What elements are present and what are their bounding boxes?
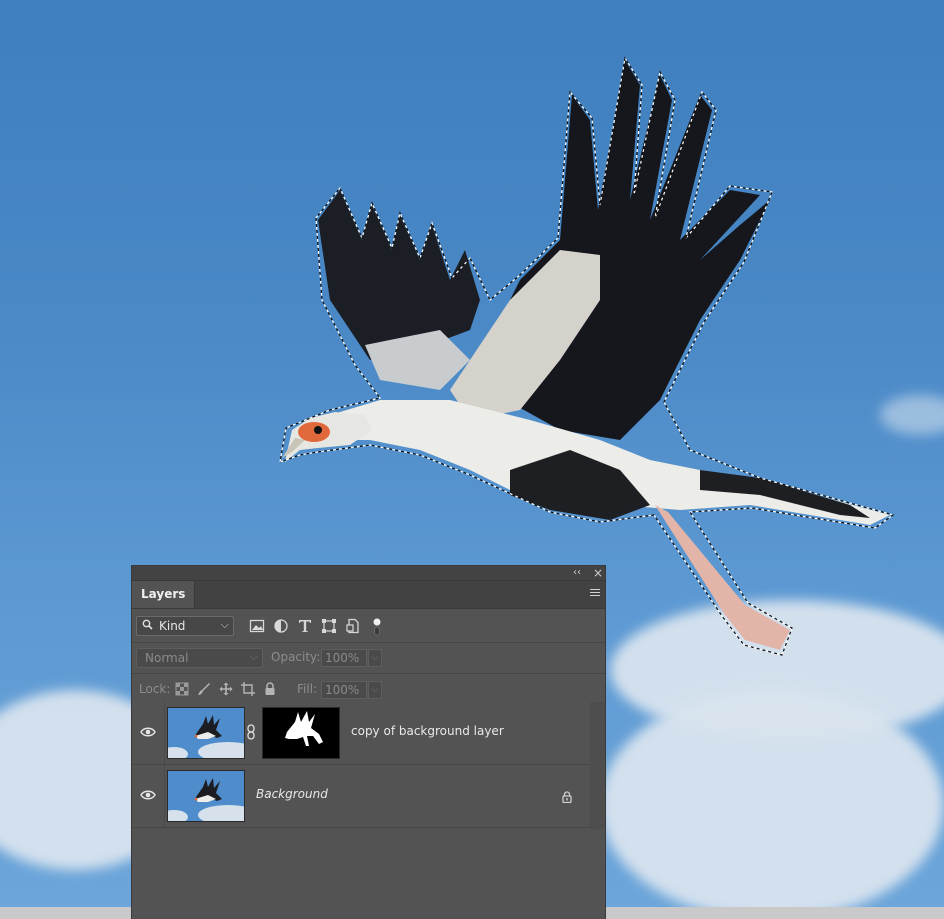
lock-label: Lock: — [139, 682, 171, 696]
tab-layers[interactable]: Layers — [132, 581, 196, 608]
panel-menu-icon[interactable] — [590, 589, 600, 598]
layers-scrollbar[interactable] — [590, 702, 605, 829]
lock-transparent-pixels-icon[interactable] — [175, 682, 189, 696]
lock-position-icon[interactable] — [219, 682, 233, 696]
layer-thumbnail[interactable] — [167, 707, 245, 759]
adjustment-layer-filter-icon[interactable] — [273, 618, 289, 634]
blend-opacity-row: Normal ⌵ Opacity: 100% ⌵ — [132, 643, 605, 674]
layer-row[interactable]: Background — [132, 765, 590, 828]
blend-mode-select[interactable]: Normal ⌵ — [136, 648, 263, 668]
chevron-down-icon: ⌵ — [249, 650, 258, 663]
layer-mask-thumbnail[interactable] — [262, 707, 340, 759]
type-layer-filter-icon[interactable] — [297, 618, 313, 634]
shape-layer-filter-icon[interactable] — [321, 618, 337, 634]
panel-tab-row: Layers — [132, 581, 605, 609]
lock-artboard-icon[interactable] — [241, 682, 255, 696]
layer-row[interactable]: copy of background layer — [132, 702, 590, 765]
search-icon — [142, 619, 153, 633]
lock-icon[interactable] — [561, 791, 573, 804]
opacity-dropdown-button[interactable]: ⌵ — [368, 649, 382, 667]
close-panel-button[interactable]: × — [593, 566, 603, 580]
layers-panel: ‹‹ × Layers Kind ⌵ Normal ⌵ Opacity: 100… — [131, 565, 606, 919]
fill-field[interactable]: 100% — [321, 681, 367, 699]
layer-name[interactable]: copy of background layer — [351, 724, 504, 738]
blend-mode-label: Normal — [145, 651, 189, 665]
filter-kind-label: Kind — [159, 619, 186, 633]
pixel-layer-filter-icon[interactable] — [249, 618, 265, 634]
fill-dropdown-button[interactable]: ⌵ — [368, 681, 382, 699]
fill-label: Fill: — [297, 682, 318, 696]
layers-list: copy of background layer Background — [132, 702, 590, 828]
lock-all-icon[interactable] — [263, 682, 277, 696]
opacity-label: Opacity: — [271, 650, 321, 664]
panel-title-bar: ‹‹ × — [132, 566, 605, 581]
eye-icon[interactable] — [140, 789, 156, 801]
layer-thumbnail[interactable] — [167, 770, 245, 822]
link-icon[interactable] — [245, 724, 257, 740]
opacity-field[interactable]: 100% — [321, 649, 367, 667]
eye-icon[interactable] — [140, 726, 156, 738]
filter-toggle-icon[interactable] — [372, 618, 382, 636]
layer-name[interactable]: Background — [256, 787, 328, 801]
lock-image-pixels-icon[interactable] — [197, 682, 211, 696]
smart-object-filter-icon[interactable] — [345, 618, 361, 634]
layer-filter-row: Kind ⌵ — [132, 609, 605, 643]
collapse-panel-button[interactable]: ‹‹ — [573, 566, 581, 580]
chevron-down-icon: ⌵ — [220, 618, 229, 631]
filter-kind-select[interactable]: Kind ⌵ — [136, 616, 234, 636]
